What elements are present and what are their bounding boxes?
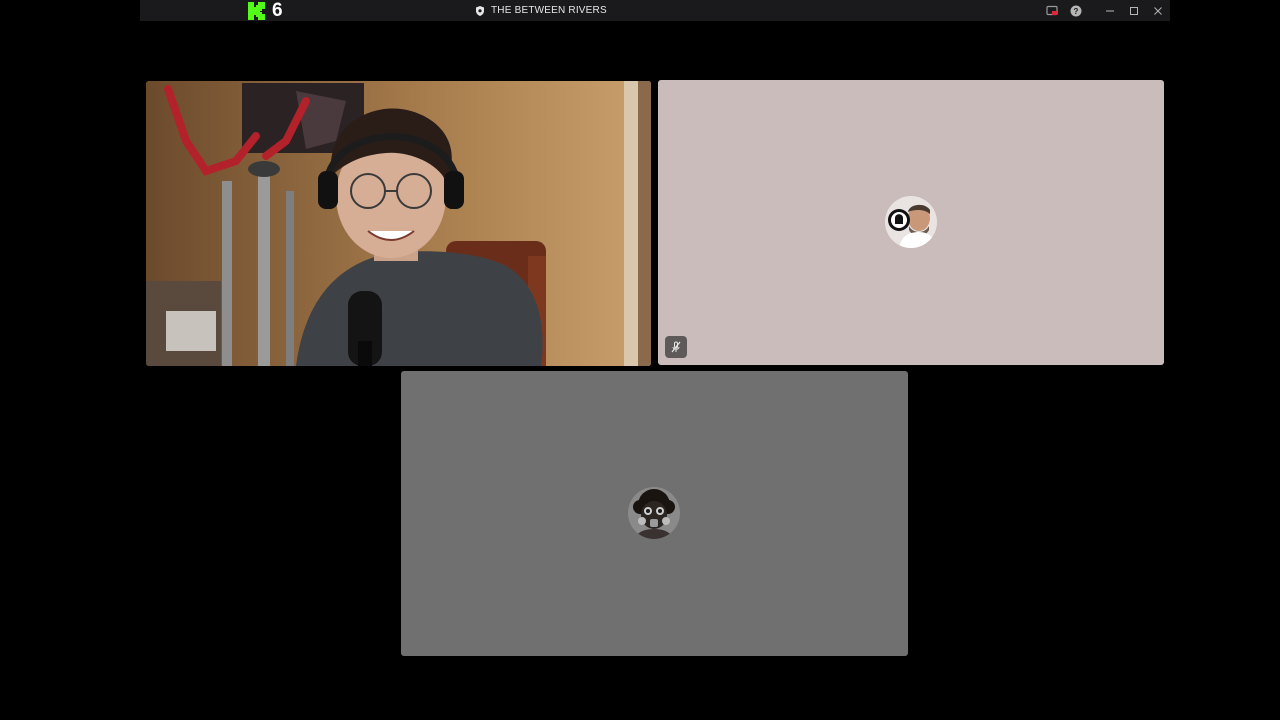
shield-icon — [476, 5, 484, 16]
gasmask-avatar-icon — [628, 487, 680, 539]
help-button[interactable]: ? — [1064, 0, 1088, 21]
kick-logo-icon — [248, 2, 265, 20]
brand[interactable]: 6 — [248, 0, 283, 21]
minimize-icon — [1106, 10, 1114, 11]
participant-video-tile[interactable] — [146, 81, 651, 366]
title-bar: 6 THE BETWEEN RIVERS ? — [140, 0, 1170, 21]
microphone-off-icon — [671, 341, 681, 353]
maximize-icon — [1130, 6, 1138, 15]
mute-indicator — [665, 336, 687, 358]
participant-avatar-tile[interactable] — [401, 371, 908, 656]
help-icon: ? — [1070, 5, 1082, 16]
screen-share-icon — [1046, 5, 1058, 15]
minimize-button[interactable] — [1098, 0, 1122, 21]
window-controls: ? — [1040, 0, 1170, 21]
webcam-video — [146, 81, 651, 366]
viewer-count: 6 — [272, 0, 283, 21]
headphones-avatar-icon — [885, 196, 937, 248]
screen-share-button[interactable] — [1040, 0, 1064, 21]
svg-text:?: ? — [1074, 7, 1079, 16]
participant-avatar-tile[interactable] — [658, 80, 1164, 365]
close-icon — [1154, 6, 1162, 15]
server-name: THE BETWEEN RIVERS — [491, 5, 607, 16]
maximize-button[interactable] — [1122, 0, 1146, 21]
close-button[interactable] — [1146, 0, 1170, 21]
server-title: THE BETWEEN RIVERS — [475, 0, 607, 21]
